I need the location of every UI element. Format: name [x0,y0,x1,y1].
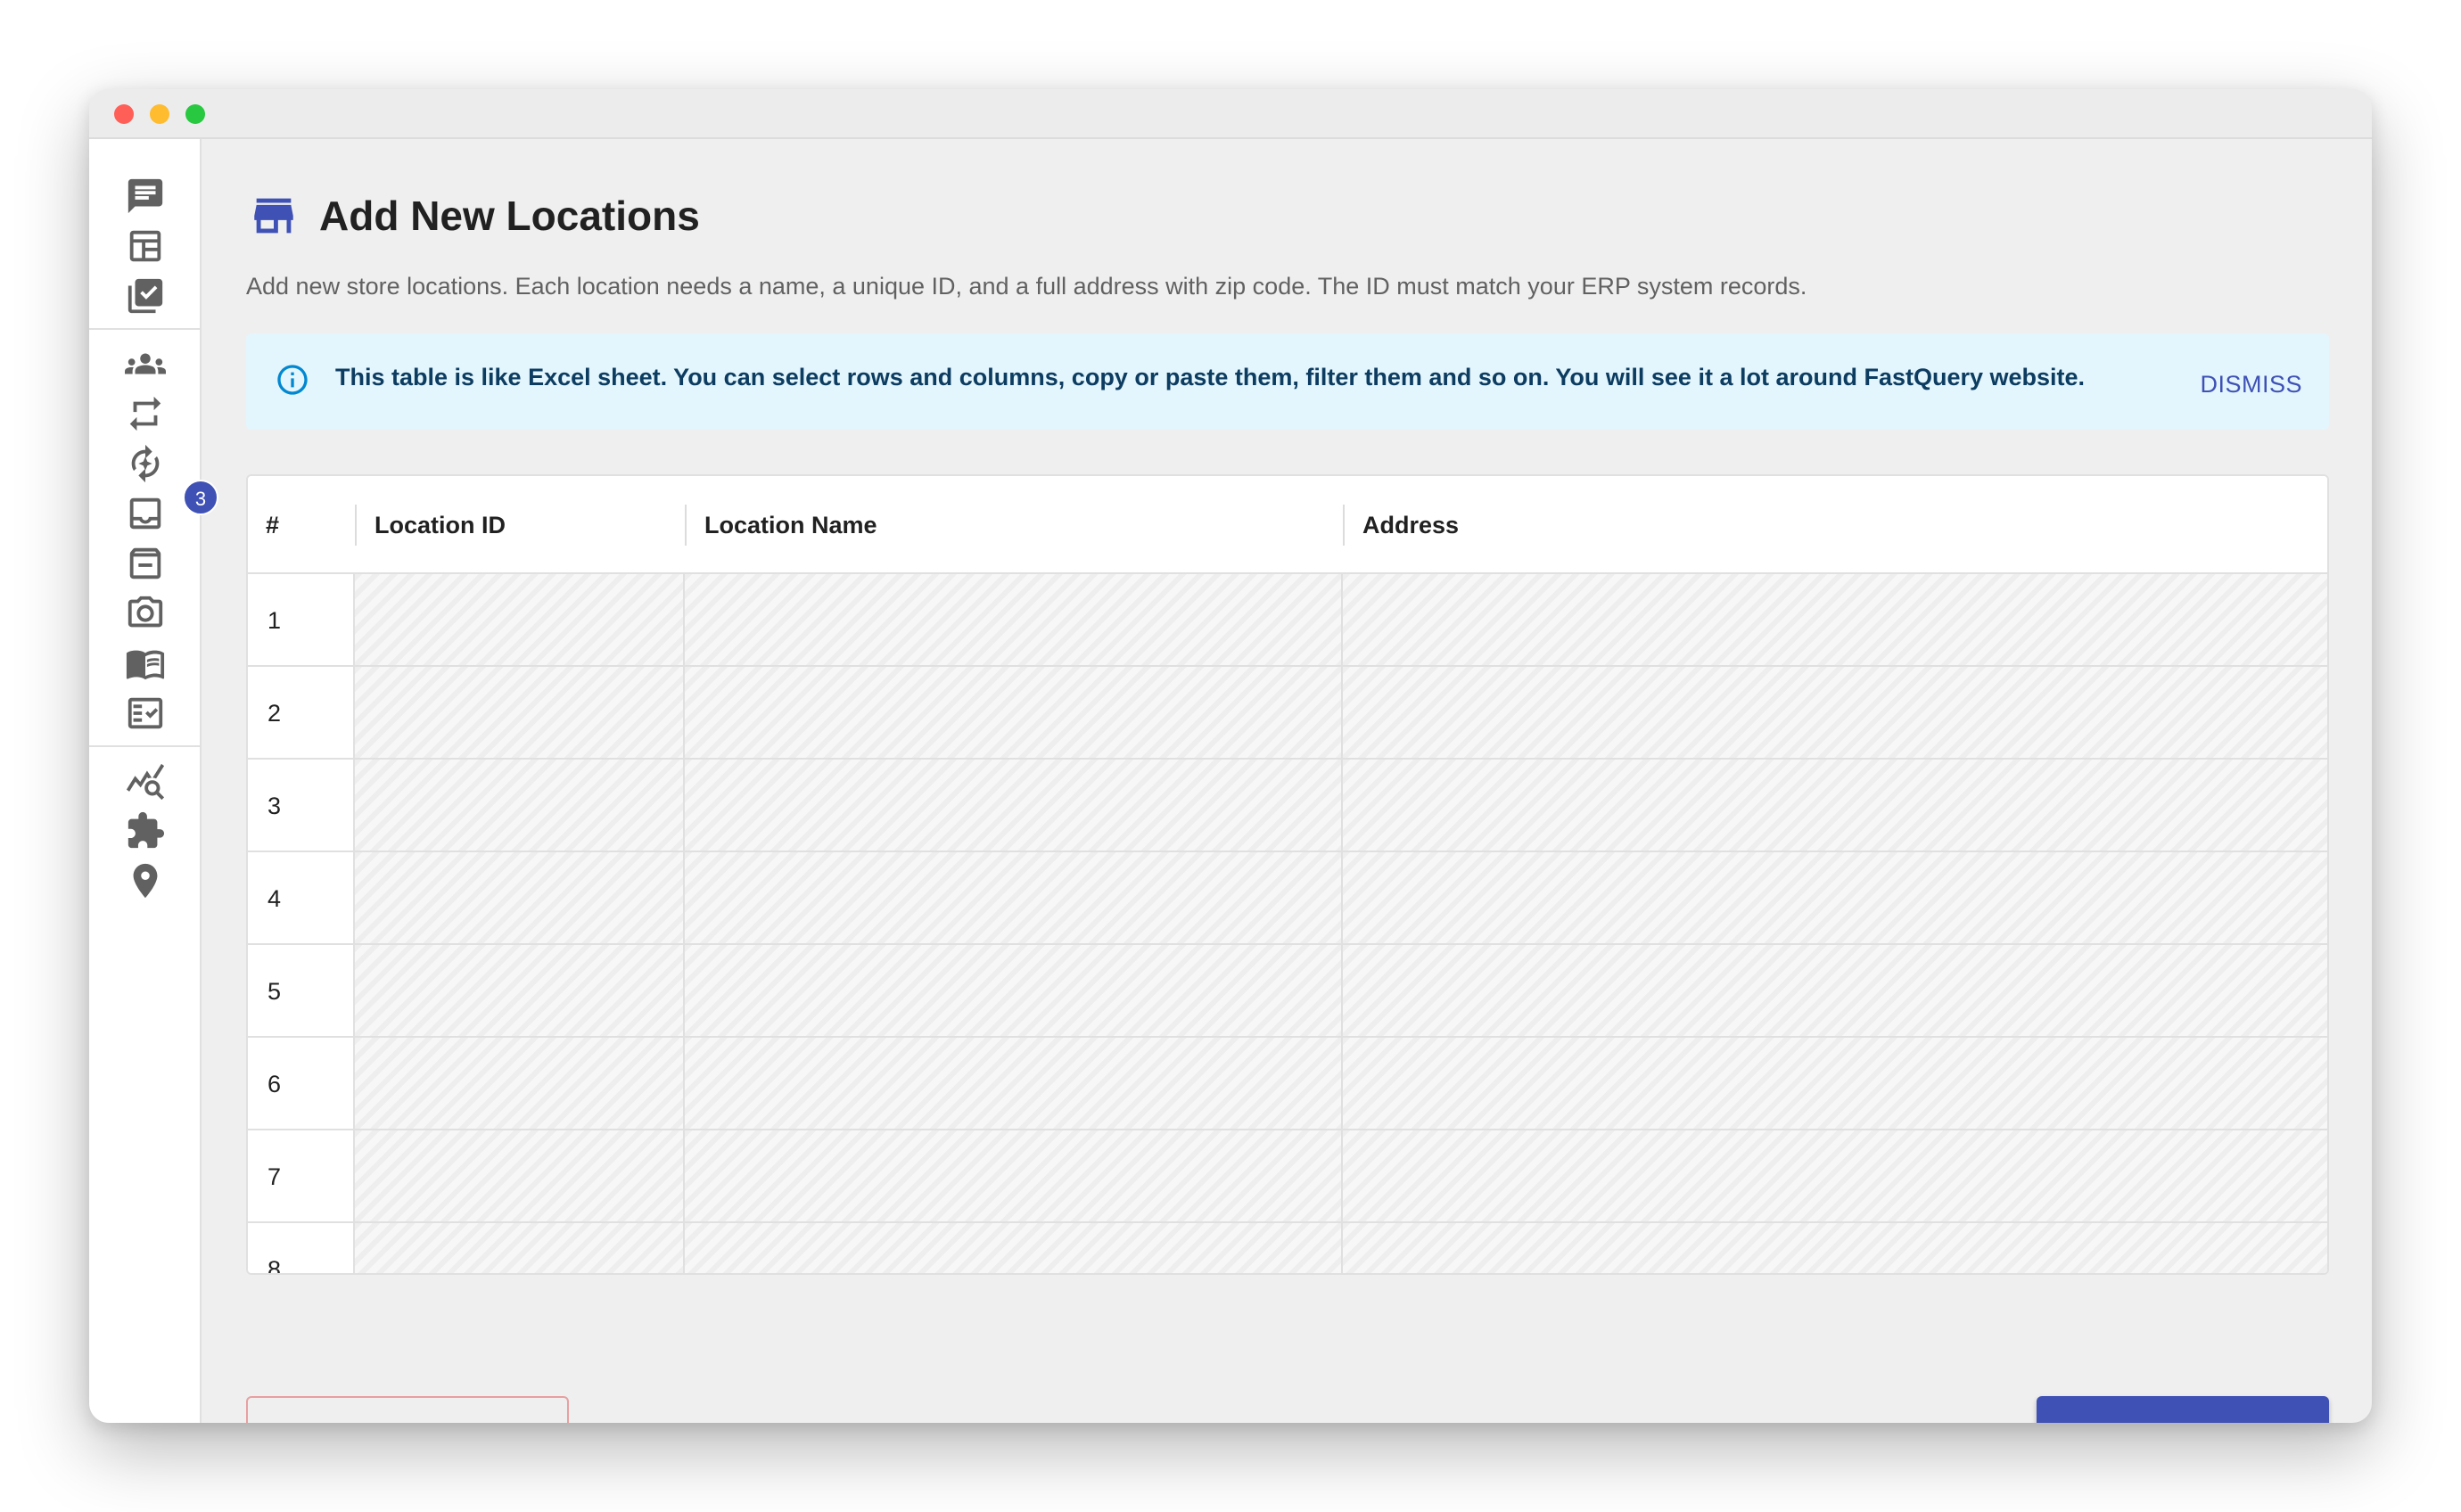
dismiss-button[interactable]: DISMISS [2200,371,2302,399]
location-id-cell[interactable] [355,574,685,665]
row-number: 5 [248,945,355,1036]
minimize-window-button[interactable] [150,104,169,124]
checklist-icon[interactable] [124,275,167,317]
maximize-window-button[interactable] [185,104,205,124]
table-row[interactable]: 3 [248,760,2327,852]
location-name-cell[interactable] [685,574,1343,665]
location-id-cell[interactable] [355,852,685,943]
address-cell[interactable] [1343,1223,2327,1273]
archive-icon[interactable] [124,542,167,585]
sync-sparkle-icon[interactable] [124,442,167,485]
location-pin-icon[interactable] [124,859,167,902]
address-cell[interactable] [1343,667,2327,758]
info-alert: This table is like Excel sheet. You can … [246,333,2329,430]
location-name-cell[interactable] [685,945,1343,1036]
table-row[interactable]: 8 [248,1223,2327,1273]
inbox-icon[interactable]: 3 [124,480,218,535]
row-number: 7 [248,1130,355,1221]
camera-icon[interactable] [124,592,167,635]
page-description: Add new store locations. Each location n… [246,273,1807,300]
sidebar: 3 [89,139,218,1423]
table-body: 1 2 3 4 5 6 7 8 [248,574,2327,1273]
table-view-icon[interactable] [124,225,167,267]
column-header-location-name[interactable]: Location Name [687,476,1343,574]
info-icon [275,362,310,398]
clear-all-locations-button[interactable]: CLEAR ALL LOCATIONS [246,1396,569,1423]
location-id-cell[interactable] [355,760,685,850]
fact-check-icon[interactable] [124,692,167,735]
locations-table[interactable]: # Location ID Location Name Address 1 2 [246,474,2329,1275]
location-name-cell[interactable] [685,760,1343,850]
row-number: 8 [248,1223,355,1273]
save-locations-button[interactable]: SAVE LOCATIONS [2037,1396,2329,1423]
address-cell[interactable] [1343,760,2327,850]
row-number: 4 [248,852,355,943]
table-row[interactable]: 6 [248,1038,2327,1130]
title-bar [89,89,2372,139]
extension-icon[interactable] [124,809,167,852]
table-header: # Location ID Location Name Address [248,476,2327,574]
chat-icon[interactable] [124,175,167,218]
column-header-location-id[interactable]: Location ID [357,476,685,574]
alert-message: This table is like Excel sheet. You can … [335,364,2086,390]
page-title: Add New Locations [319,193,700,239]
location-name-cell[interactable] [685,1223,1343,1273]
query-stats-icon[interactable] [124,760,167,802]
close-window-button[interactable] [114,104,134,124]
location-id-cell[interactable] [355,945,685,1036]
store-icon [248,190,300,242]
repeat-icon[interactable] [124,392,167,435]
row-number: 6 [248,1038,355,1129]
groups-icon[interactable] [124,342,167,385]
location-name-cell[interactable] [685,852,1343,943]
address-cell[interactable] [1343,945,2327,1036]
app-window: 3 Add New Locations Add new store locati… [89,89,2372,1423]
main-content: Add New Locations Add new store location… [203,139,2372,1423]
location-name-cell[interactable] [685,667,1343,758]
address-cell[interactable] [1343,852,2327,943]
table-row[interactable]: 5 [248,945,2327,1038]
table-row[interactable]: 1 [248,574,2327,667]
address-cell[interactable] [1343,1130,2327,1221]
table-row[interactable]: 4 [248,852,2327,945]
location-id-cell[interactable] [355,1223,685,1273]
address-cell[interactable] [1343,574,2327,665]
location-id-cell[interactable] [355,1130,685,1221]
sidebar-divider [89,745,202,747]
location-name-cell[interactable] [685,1130,1343,1221]
column-header-number[interactable]: # [248,476,355,574]
sidebar-divider [89,328,202,330]
location-id-cell[interactable] [355,1038,685,1129]
book-icon[interactable] [124,642,167,685]
table-row[interactable]: 7 [248,1130,2327,1223]
address-cell[interactable] [1343,1038,2327,1129]
column-header-address[interactable]: Address [1345,476,2327,574]
table-row[interactable]: 2 [248,667,2327,760]
row-number: 2 [248,667,355,758]
row-number: 3 [248,760,355,850]
location-id-cell[interactable] [355,667,685,758]
page-header: Add New Locations [248,189,700,242]
row-number: 1 [248,574,355,665]
location-name-cell[interactable] [685,1038,1343,1129]
